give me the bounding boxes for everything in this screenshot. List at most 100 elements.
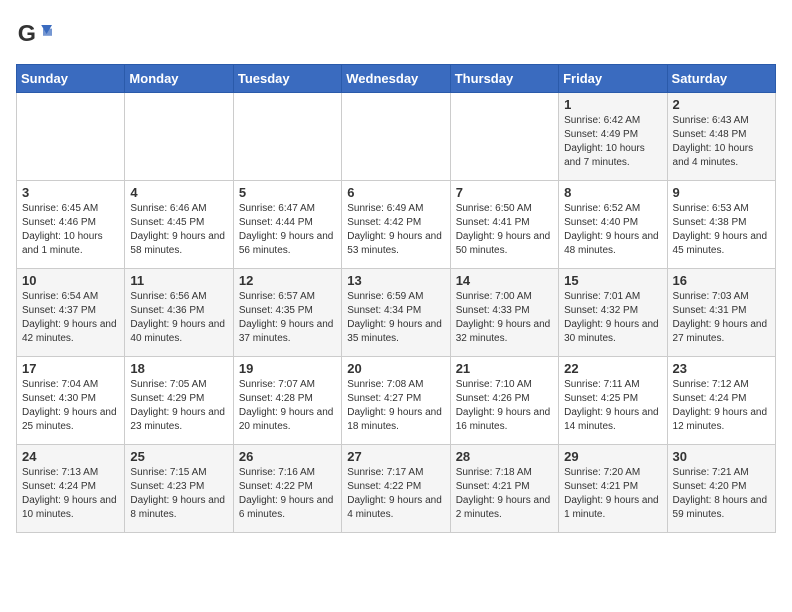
day-number: 23 <box>673 361 770 376</box>
day-info: Sunrise: 7:12 AM Sunset: 4:24 PM Dayligh… <box>673 378 770 434</box>
day-info: Sunrise: 6:50 AM Sunset: 4:41 PM Dayligh… <box>456 202 553 258</box>
day-number: 20 <box>347 361 444 376</box>
day-number: 11 <box>130 273 227 288</box>
day-number: 21 <box>456 361 553 376</box>
header-tuesday: Tuesday <box>233 65 341 93</box>
calendar-cell: 9 Sunrise: 6:53 AM Sunset: 4:38 PM Daylig… <box>667 181 775 269</box>
calendar-cell: 27 Sunrise: 7:17 AM Sunset: 4:22 PM Dayli… <box>342 445 450 533</box>
calendar-cell: 2Sunrise: 6:43 AM Sunset: 4:48 PM Daylig… <box>667 93 775 181</box>
day-number: 29 <box>564 449 661 464</box>
day-info: Sunrise: 7:11 AM Sunset: 4:25 PM Dayligh… <box>564 378 661 434</box>
day-number: 4 <box>130 185 227 200</box>
logo-icon: G <box>16 16 52 52</box>
day-info: Sunrise: 7:10 AM Sunset: 4:26 PM Dayligh… <box>456 378 553 434</box>
day-info: Sunrise: 6:43 AM Sunset: 4:48 PM Dayligh… <box>673 114 770 170</box>
day-info: Sunrise: 7:17 AM Sunset: 4:22 PM Dayligh… <box>347 466 444 522</box>
calendar-cell: 18 Sunrise: 7:05 AM Sunset: 4:29 PM Dayli… <box>125 357 233 445</box>
header-thursday: Thursday <box>450 65 558 93</box>
day-info: Sunrise: 6:53 AM Sunset: 4:38 PM Dayligh… <box>673 202 770 258</box>
week-row-5: 24 Sunrise: 7:13 AM Sunset: 4:24 PM Dayli… <box>17 445 776 533</box>
day-info: Sunrise: 7:01 AM Sunset: 4:32 PM Dayligh… <box>564 290 661 346</box>
day-number: 24 <box>22 449 119 464</box>
day-number: 13 <box>347 273 444 288</box>
day-info: Sunrise: 7:18 AM Sunset: 4:21 PM Dayligh… <box>456 466 553 522</box>
day-number: 28 <box>456 449 553 464</box>
day-info: Sunrise: 7:16 AM Sunset: 4:22 PM Dayligh… <box>239 466 336 522</box>
day-info: Sunrise: 7:03 AM Sunset: 4:31 PM Dayligh… <box>673 290 770 346</box>
calendar-cell: 3 Sunrise: 6:45 AM Sunset: 4:46 PM Daylig… <box>17 181 125 269</box>
calendar-cell <box>17 93 125 181</box>
calendar-cell: 6Sunrise: 6:49 AM Sunset: 4:42 PM Daylig… <box>342 181 450 269</box>
day-info: Sunrise: 6:42 AM Sunset: 4:49 PM Dayligh… <box>564 114 661 170</box>
day-info: Sunrise: 7:05 AM Sunset: 4:29 PM Dayligh… <box>130 378 227 434</box>
day-info: Sunrise: 7:07 AM Sunset: 4:28 PM Dayligh… <box>239 378 336 434</box>
day-info: Sunrise: 6:46 AM Sunset: 4:45 PM Dayligh… <box>130 202 227 258</box>
header-wednesday: Wednesday <box>342 65 450 93</box>
day-number: 26 <box>239 449 336 464</box>
day-info: Sunrise: 6:45 AM Sunset: 4:46 PM Dayligh… <box>22 202 119 258</box>
calendar-cell: 8 Sunrise: 6:52 AM Sunset: 4:40 PM Daylig… <box>559 181 667 269</box>
calendar-cell: 28 Sunrise: 7:18 AM Sunset: 4:21 PM Dayli… <box>450 445 558 533</box>
day-info: Sunrise: 7:20 AM Sunset: 4:21 PM Dayligh… <box>564 466 661 522</box>
calendar-cell: 11 Sunrise: 6:56 AM Sunset: 4:36 PM Dayli… <box>125 269 233 357</box>
calendar-cell: 21 Sunrise: 7:10 AM Sunset: 4:26 PM Dayli… <box>450 357 558 445</box>
day-info: Sunrise: 6:47 AM Sunset: 4:44 PM Dayligh… <box>239 202 336 258</box>
day-info: Sunrise: 7:13 AM Sunset: 4:24 PM Dayligh… <box>22 466 119 522</box>
day-number: 9 <box>673 185 770 200</box>
calendar-cell: 7 Sunrise: 6:50 AM Sunset: 4:41 PM Daylig… <box>450 181 558 269</box>
calendar-cell: 4 Sunrise: 6:46 AM Sunset: 4:45 PM Daylig… <box>125 181 233 269</box>
day-number: 18 <box>130 361 227 376</box>
day-info: Sunrise: 6:52 AM Sunset: 4:40 PM Dayligh… <box>564 202 661 258</box>
calendar-cell: 19 Sunrise: 7:07 AM Sunset: 4:28 PM Dayli… <box>233 357 341 445</box>
day-number: 22 <box>564 361 661 376</box>
calendar-header-row: SundayMondayTuesdayWednesdayThursdayFrid… <box>17 65 776 93</box>
calendar-cell: 14 Sunrise: 7:00 AM Sunset: 4:33 PM Dayli… <box>450 269 558 357</box>
day-info: Sunrise: 6:54 AM Sunset: 4:37 PM Dayligh… <box>22 290 119 346</box>
calendar-cell <box>450 93 558 181</box>
calendar-cell: 26 Sunrise: 7:16 AM Sunset: 4:22 PM Dayli… <box>233 445 341 533</box>
logo: G <box>16 16 56 52</box>
calendar-cell: 15Sunrise: 7:01 AM Sunset: 4:32 PM Dayli… <box>559 269 667 357</box>
day-number: 30 <box>673 449 770 464</box>
day-info: Sunrise: 7:04 AM Sunset: 4:30 PM Dayligh… <box>22 378 119 434</box>
calendar-cell: 16 Sunrise: 7:03 AM Sunset: 4:31 PM Dayli… <box>667 269 775 357</box>
day-number: 16 <box>673 273 770 288</box>
day-number: 19 <box>239 361 336 376</box>
page-header: G <box>16 16 776 52</box>
svg-text:G: G <box>18 20 36 46</box>
calendar-cell: 1 Sunrise: 6:42 AM Sunset: 4:49 PM Daylig… <box>559 93 667 181</box>
day-number: 14 <box>456 273 553 288</box>
day-info: Sunrise: 6:56 AM Sunset: 4:36 PM Dayligh… <box>130 290 227 346</box>
day-info: Sunrise: 6:59 AM Sunset: 4:34 PM Dayligh… <box>347 290 444 346</box>
day-info: Sunrise: 6:57 AM Sunset: 4:35 PM Dayligh… <box>239 290 336 346</box>
calendar-cell: 25Sunrise: 7:15 AM Sunset: 4:23 PM Dayli… <box>125 445 233 533</box>
week-row-2: 3 Sunrise: 6:45 AM Sunset: 4:46 PM Daylig… <box>17 181 776 269</box>
day-number: 3 <box>22 185 119 200</box>
calendar-table: SundayMondayTuesdayWednesdayThursdayFrid… <box>16 64 776 533</box>
day-number: 6 <box>347 185 444 200</box>
calendar-cell <box>342 93 450 181</box>
calendar-cell: 10 Sunrise: 6:54 AM Sunset: 4:37 PM Dayli… <box>17 269 125 357</box>
day-number: 25 <box>130 449 227 464</box>
day-number: 1 <box>564 97 661 112</box>
header-saturday: Saturday <box>667 65 775 93</box>
calendar-cell <box>125 93 233 181</box>
calendar-cell: 24 Sunrise: 7:13 AM Sunset: 4:24 PM Dayli… <box>17 445 125 533</box>
day-info: Sunrise: 7:08 AM Sunset: 4:27 PM Dayligh… <box>347 378 444 434</box>
calendar-cell: 17Sunrise: 7:04 AM Sunset: 4:30 PM Dayli… <box>17 357 125 445</box>
day-number: 12 <box>239 273 336 288</box>
day-number: 27 <box>347 449 444 464</box>
calendar-cell <box>233 93 341 181</box>
day-number: 10 <box>22 273 119 288</box>
week-row-4: 17Sunrise: 7:04 AM Sunset: 4:30 PM Dayli… <box>17 357 776 445</box>
day-number: 7 <box>456 185 553 200</box>
header-friday: Friday <box>559 65 667 93</box>
day-number: 8 <box>564 185 661 200</box>
week-row-1: 1 Sunrise: 6:42 AM Sunset: 4:49 PM Daylig… <box>17 93 776 181</box>
calendar-cell: 12 Sunrise: 6:57 AM Sunset: 4:35 PM Dayli… <box>233 269 341 357</box>
header-monday: Monday <box>125 65 233 93</box>
calendar-cell: 30Sunrise: 7:21 AM Sunset: 4:20 PM Dayli… <box>667 445 775 533</box>
day-number: 5 <box>239 185 336 200</box>
calendar-cell: 20 Sunrise: 7:08 AM Sunset: 4:27 PM Dayli… <box>342 357 450 445</box>
day-info: Sunrise: 7:00 AM Sunset: 4:33 PM Dayligh… <box>456 290 553 346</box>
